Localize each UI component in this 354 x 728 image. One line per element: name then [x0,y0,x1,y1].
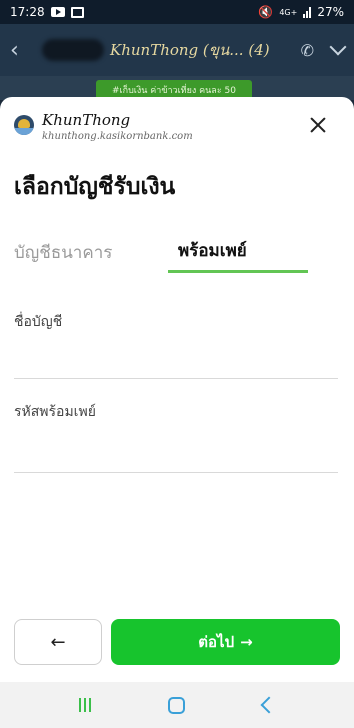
account-name-label: ชื่อบัญชี [14,314,63,330]
tab-promptpay[interactable]: พร้อมเพย์ [168,231,308,273]
chevron-down-icon[interactable] [329,38,347,56]
account-name-field: ชื่อบัญชี [14,311,338,379]
youtube-icon [50,7,65,17]
back-button[interactable]: ← [14,619,102,665]
signal-icon [303,6,312,18]
network-label: 4G+ [279,7,298,17]
phone-icon[interactable]: ✆ [301,41,314,60]
promptpay-id-field: รหัสพร้อมเพย์ [14,401,338,473]
brand-logo-icon [14,115,34,135]
back-icon[interactable] [260,696,278,714]
status-bar: 17:28 🔇 4G+ 27% [0,0,354,24]
home-icon[interactable] [168,696,186,714]
arrow-left-icon: ← [50,631,66,653]
chat-title: KhunThong (ขุน... (4) [110,41,270,59]
promptpay-id-label: รหัสพร้อมเพย์ [14,404,96,420]
system-nav-bar [0,682,354,728]
tab-bank-account[interactable]: บัญชีธนาคาร [14,231,112,273]
brand-name: KhunThong [42,111,131,129]
page-title: เลือกบัญชีรับเงิน [14,174,176,200]
image-icon [70,6,84,18]
brand: KhunThong khunthong.kasikornbank.com [14,111,193,142]
status-time: 17:28 [10,5,45,19]
brand-url: khunthong.kasikornbank.com [42,131,193,142]
receive-account-sheet: KhunThong khunthong.kasikornbank.com เลื… [0,97,354,682]
account-name-input[interactable] [14,333,338,369]
battery-percent: 27% [317,5,344,19]
mute-icon: 🔇 [258,5,274,19]
recents-icon[interactable] [78,698,91,712]
next-button[interactable]: ต่อไป → [111,619,340,665]
arrow-right-icon: → [240,633,253,651]
close-icon[interactable] [308,115,328,135]
tabs: บัญชีธนาคาร พร้อมเพย์ [0,231,354,273]
avatar [42,39,104,61]
chevron-left-icon[interactable]: ‹ [10,38,32,63]
chat-header: ‹ KhunThong (ขุน... (4) ✆ [0,24,354,76]
next-button-label: ต่อไป [198,633,235,651]
promptpay-id-input[interactable] [14,423,338,459]
